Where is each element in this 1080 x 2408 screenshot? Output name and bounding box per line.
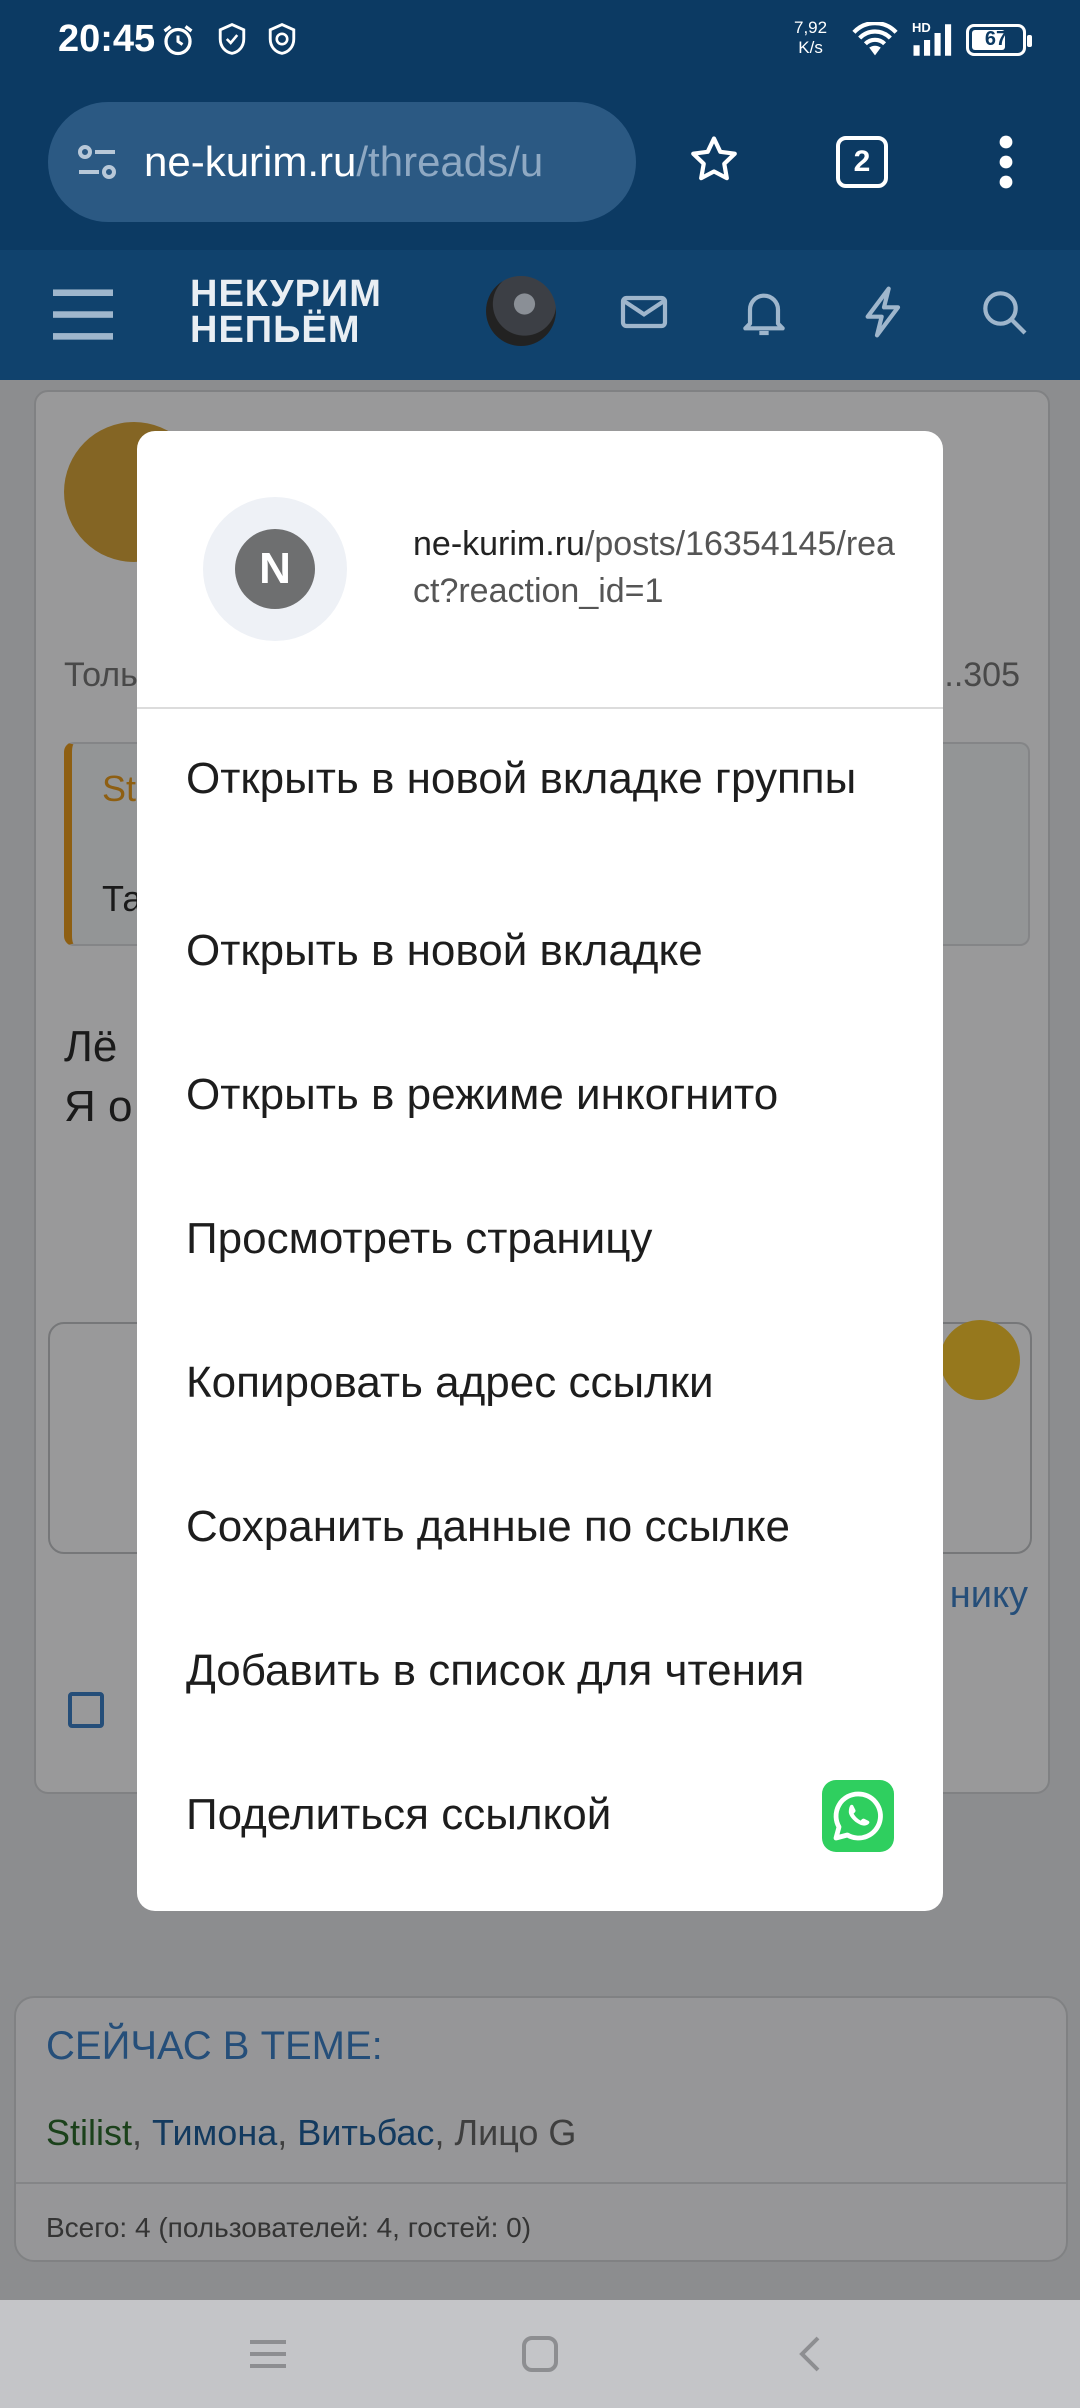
whatsapp-icon[interactable]	[822, 1780, 894, 1852]
url-path: /threads/u	[356, 138, 544, 185]
wifi-icon	[852, 22, 898, 56]
menu-open-in-new-tab-group[interactable]: Открыть в новой вкладке группы	[186, 751, 886, 807]
menu-open-in-new-tab[interactable]: Открыть в новой вкладке	[186, 923, 886, 979]
address-bar[interactable]: ne-kurim.ru/threads/u	[48, 102, 636, 222]
site-favicon: N	[235, 529, 315, 609]
tab-switcher-button[interactable]: 2	[836, 136, 888, 188]
bell-icon[interactable]	[736, 284, 792, 340]
logo-line-1: НЕКУРИМ	[190, 273, 382, 315]
menu-preview-page[interactable]: Просмотреть страницу	[186, 1211, 886, 1267]
network-speed-unit: K/s	[798, 38, 823, 57]
shield-icon	[218, 23, 246, 55]
hamburger-menu-icon[interactable]	[50, 284, 116, 344]
favicon-container: N	[203, 497, 347, 641]
site-header: НЕКУРИМ НЕПЬЁМ	[0, 250, 1080, 380]
system-navigation-bar	[0, 2300, 1080, 2408]
lightning-icon[interactable]	[856, 284, 912, 340]
url-host: ne-kurim.ru	[144, 138, 357, 185]
logo-line-2: НЕПЬЁМ	[190, 309, 361, 351]
search-icon[interactable]	[976, 284, 1032, 340]
site-settings-icon[interactable]	[72, 138, 122, 186]
mail-icon[interactable]	[616, 284, 672, 340]
browser-toolbar: ne-kurim.ru/threads/u 2	[0, 92, 1080, 250]
menu-copy-link-address[interactable]: Копировать адрес ссылки	[186, 1355, 886, 1411]
context-menu-header: N ne-kurim.ru/posts/16354145/react?react…	[137, 431, 943, 707]
battery-icon: 67	[966, 24, 1032, 56]
url-text[interactable]: ne-kurim.ru/threads/u	[144, 138, 614, 186]
network-speed: 7,92 K/s	[794, 18, 827, 58]
menu-open-incognito[interactable]: Открыть в режиме инкогнито	[186, 1067, 886, 1123]
status-bar: 20:45 7,92 K/s HD 67	[0, 0, 1080, 92]
signal-icon	[913, 24, 952, 56]
link-host: ne-kurim.ru	[413, 525, 585, 563]
network-speed-value: 7,92	[794, 18, 828, 37]
menu-add-to-reading-list[interactable]: Добавить в список для чтения	[186, 1643, 886, 1699]
recents-menu-icon[interactable]	[244, 2330, 292, 2378]
home-icon[interactable]	[516, 2330, 564, 2378]
link-url: ne-kurim.ru/posts/16354145/react?reactio…	[413, 521, 903, 615]
bookmark-star-icon[interactable]	[686, 132, 742, 188]
menu-save-link-data[interactable]: Сохранить данные по ссылке	[186, 1499, 886, 1555]
link-context-menu: N ne-kurim.ru/posts/16354145/react?react…	[137, 431, 943, 1911]
battery-level: 67	[984, 28, 1008, 50]
user-avatar[interactable]	[486, 276, 556, 346]
more-options-icon[interactable]	[998, 134, 1014, 190]
site-logo[interactable]: НЕКУРИМ НЕПЬЁМ	[190, 273, 382, 351]
status-time: 20:45	[58, 18, 156, 60]
shield-clock-icon	[268, 23, 296, 55]
back-icon[interactable]	[788, 2330, 836, 2378]
divider	[137, 707, 943, 709]
menu-share-link[interactable]: Поделиться ссылкой	[186, 1787, 886, 1843]
alarm-icon	[163, 25, 193, 56]
